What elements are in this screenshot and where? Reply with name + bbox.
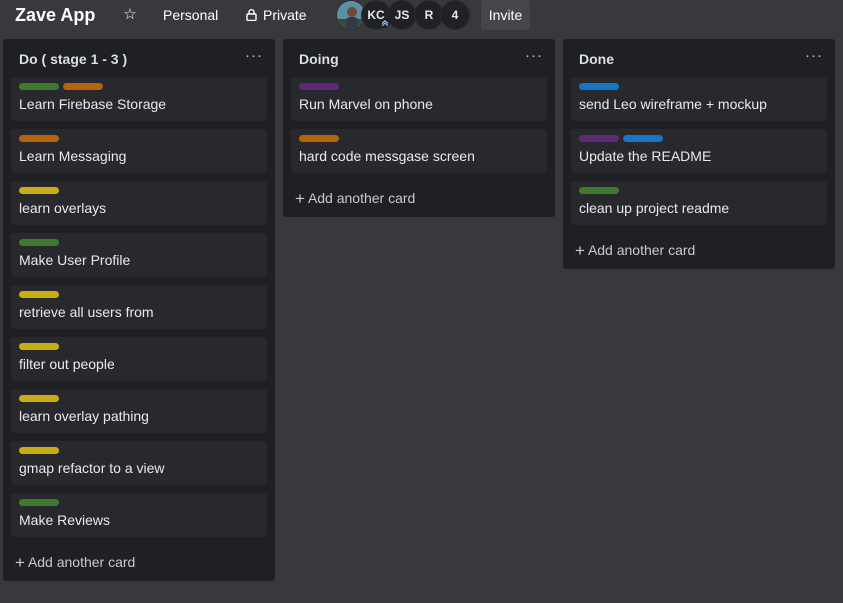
card[interactable]: Run Marvel on phone xyxy=(291,77,547,121)
card[interactable]: learn overlays xyxy=(11,181,267,225)
member-overflow-count[interactable]: 4 xyxy=(441,1,469,29)
card-title: clean up project readme xyxy=(579,200,730,216)
admin-chevron-icon xyxy=(380,18,390,28)
label-blue xyxy=(623,135,663,142)
card-title: hard code messgase screen xyxy=(299,148,475,164)
card-title: send Leo wireframe + mockup xyxy=(579,96,767,112)
card-title: filter out people xyxy=(19,356,115,372)
list-menu-icon[interactable]: ··· xyxy=(805,47,823,64)
plus-icon: + xyxy=(295,189,305,208)
avatar[interactable] xyxy=(337,1,365,29)
label-green xyxy=(579,187,619,194)
card-labels xyxy=(19,187,63,195)
add-card-label: Add another card xyxy=(307,190,416,206)
label-yellow xyxy=(19,187,59,194)
card[interactable]: clean up project readme xyxy=(571,181,827,225)
member-avatar-r[interactable]: R xyxy=(415,1,443,29)
card[interactable]: Learn Messaging xyxy=(11,129,267,173)
label-yellow xyxy=(19,395,59,402)
private-label: Private xyxy=(263,7,307,23)
star-icon[interactable]: ☆ xyxy=(121,5,139,25)
label-green xyxy=(19,83,59,90)
card-title: Make Reviews xyxy=(19,512,111,528)
label-blue xyxy=(579,83,619,90)
card[interactable]: Make User Profile xyxy=(11,233,267,277)
label-purple xyxy=(299,83,339,90)
card-labels xyxy=(19,135,63,143)
list-done: Done ··· send Leo wireframe + mockup Upd… xyxy=(563,39,835,269)
card-title: gmap refactor to a view xyxy=(19,460,165,476)
card[interactable]: gmap refactor to a view xyxy=(11,441,267,485)
card[interactable]: filter out people xyxy=(11,337,267,381)
member-avatar-js[interactable]: JS xyxy=(388,1,416,29)
card[interactable]: hard code messgase screen xyxy=(291,129,547,173)
invite-button[interactable]: Invite xyxy=(481,0,530,30)
card[interactable]: Make Reviews xyxy=(11,493,267,537)
plus-icon: + xyxy=(575,241,585,260)
board-title[interactable]: Zave App xyxy=(15,5,95,26)
label-orange xyxy=(19,135,59,142)
card[interactable]: learn overlay pathing xyxy=(11,389,267,433)
add-card-label: Add another card xyxy=(27,554,136,570)
card-labels xyxy=(579,187,623,195)
card[interactable]: Learn Firebase Storage xyxy=(11,77,267,121)
list-menu-icon[interactable]: ··· xyxy=(245,47,263,64)
board-header: Zave App ☆ Personal Private KC JS R 4 In… xyxy=(0,0,843,32)
add-card-button[interactable]: + Add another card xyxy=(295,189,415,209)
card-title: Make User Profile xyxy=(19,252,131,268)
private-button[interactable]: Private xyxy=(242,2,311,28)
card-title: retrieve all users from xyxy=(19,304,154,320)
label-orange xyxy=(63,83,103,90)
card-labels xyxy=(19,395,63,403)
list-doing: Doing ··· Run Marvel on phone hard code … xyxy=(283,39,555,217)
card-title: Learn Firebase Storage xyxy=(19,96,167,112)
plus-icon: + xyxy=(15,553,25,572)
list-title[interactable]: Doing xyxy=(299,51,339,67)
label-orange xyxy=(299,135,339,142)
list-title[interactable]: Do ( stage 1 - 3 ) xyxy=(19,51,127,67)
card-labels xyxy=(19,447,63,455)
card-labels xyxy=(19,239,63,247)
list-do: Do ( stage 1 - 3 ) ··· Learn Firebase St… xyxy=(3,39,275,581)
user-photo-icon xyxy=(337,1,365,29)
card-title: learn overlay pathing xyxy=(19,408,149,424)
list-menu-icon[interactable]: ··· xyxy=(525,47,543,64)
label-green xyxy=(19,499,59,506)
personal-button[interactable]: Personal xyxy=(155,2,226,28)
card-labels xyxy=(19,291,63,299)
card[interactable]: Update the README xyxy=(571,129,827,173)
card-title: learn overlays xyxy=(19,200,107,216)
label-yellow xyxy=(19,447,59,454)
card-labels xyxy=(579,135,667,143)
label-green xyxy=(19,239,59,246)
card-labels xyxy=(579,83,623,91)
lock-icon xyxy=(246,9,257,22)
card-labels xyxy=(19,343,63,351)
card-title: Learn Messaging xyxy=(19,148,127,164)
card[interactable]: retrieve all users from xyxy=(11,285,267,329)
card-labels xyxy=(299,83,343,91)
label-yellow xyxy=(19,343,59,350)
card-title: Update the README xyxy=(579,148,712,164)
card-title: Run Marvel on phone xyxy=(299,96,433,112)
add-card-label: Add another card xyxy=(587,242,696,258)
card[interactable]: send Leo wireframe + mockup xyxy=(571,77,827,121)
label-yellow xyxy=(19,291,59,298)
add-card-button[interactable]: + Add another card xyxy=(15,553,135,573)
card-labels xyxy=(19,499,63,507)
label-purple xyxy=(579,135,619,142)
add-card-button[interactable]: + Add another card xyxy=(575,241,695,261)
list-title[interactable]: Done xyxy=(579,51,614,67)
card-labels xyxy=(19,83,107,91)
card-labels xyxy=(299,135,343,143)
